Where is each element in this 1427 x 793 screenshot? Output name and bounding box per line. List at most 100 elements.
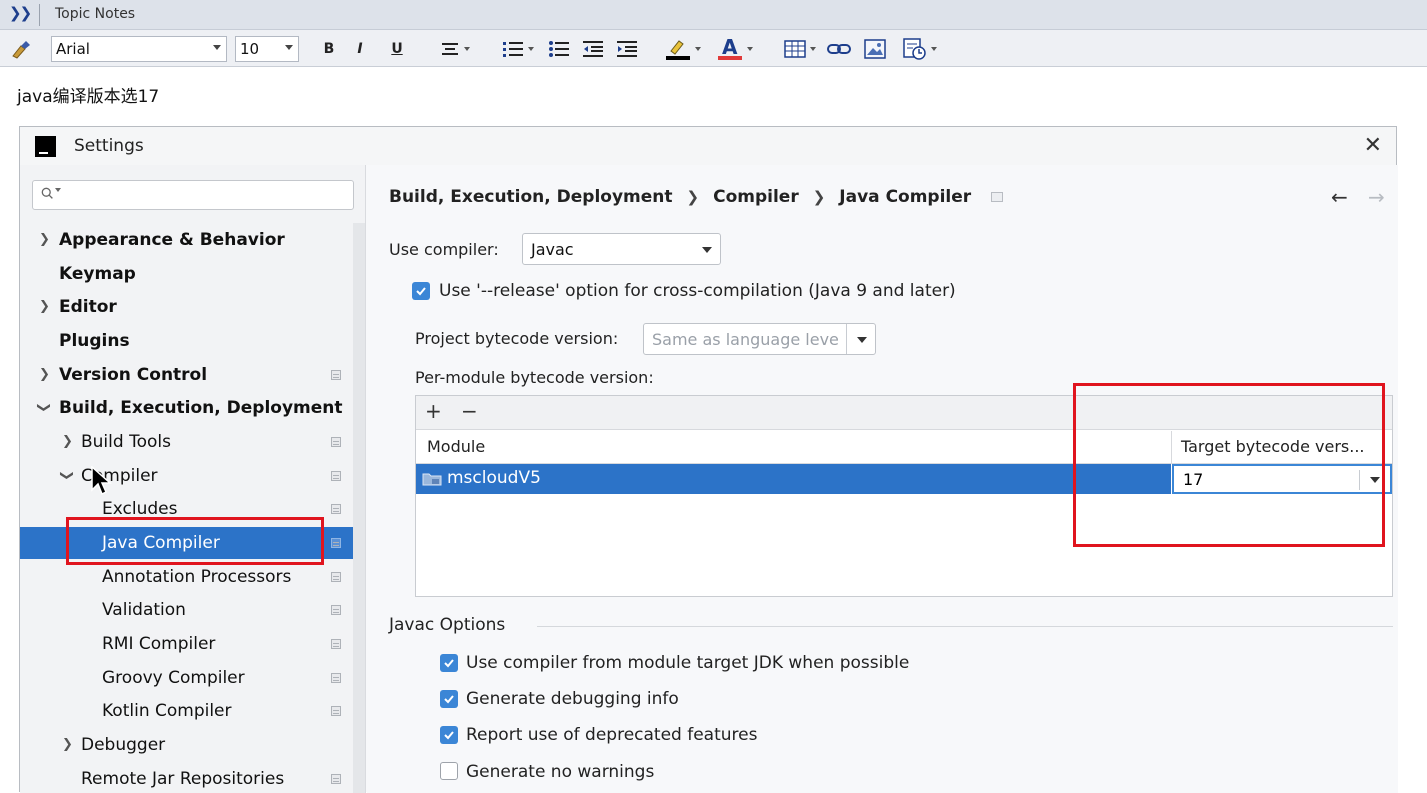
italic-button[interactable]: I (350, 37, 370, 61)
project-scope-icon (991, 192, 1004, 202)
project-bytecode-placeholder: Same as language leve (652, 329, 839, 349)
sidebar-item-label: Appearance & Behavior (59, 230, 285, 250)
section-divider (537, 626, 1393, 627)
link-icon (827, 44, 851, 54)
sidebar-item-build-tools[interactable]: ❯ Build Tools (20, 426, 365, 458)
indent-button[interactable] (614, 37, 640, 61)
sidebar-item-rmi-compiler[interactable]: RMI Compiler (20, 628, 365, 660)
bold-button[interactable]: B (318, 37, 340, 61)
debugging-info-checkbox[interactable] (440, 690, 458, 708)
intellij-logo-icon (35, 136, 56, 157)
insert-special-button[interactable] (898, 37, 942, 61)
insert-image-button[interactable] (862, 37, 888, 61)
chevron-right-icon: ❯ (686, 188, 700, 206)
format-painter-icon[interactable] (8, 37, 34, 61)
breadcrumb-item[interactable]: Compiler (713, 187, 799, 207)
table-row[interactable]: mscloudV5 (416, 464, 1171, 494)
sidebar-item-label: Debugger (81, 735, 166, 755)
project-scope-icon (331, 538, 341, 548)
topic-notes-title: Topic Notes (55, 6, 136, 22)
note-text[interactable]: java编译版本选17 (17, 82, 159, 107)
numbered-list-button[interactable] (497, 37, 539, 61)
chevron-right-icon: ❯ (62, 737, 73, 752)
sidebar-item-kotlin-compiler[interactable]: Kotlin Compiler (20, 695, 365, 727)
sidebar-item-remote-jar-repositories[interactable]: Remote Jar Repositories (20, 763, 365, 793)
back-arrow-icon[interactable]: ← (1331, 185, 1348, 209)
sidebar-item-editor[interactable]: ❯ Editor (20, 291, 365, 323)
sidebar-item-label: RMI Compiler (102, 634, 216, 654)
chevron-down-icon (695, 47, 701, 51)
underline-button[interactable]: U (386, 37, 408, 61)
use-compiler-label: Use compiler: (389, 240, 499, 259)
chevron-down-icon (857, 337, 867, 343)
breadcrumb-item[interactable]: Build, Execution, Deployment (389, 187, 673, 207)
insert-link-button[interactable] (826, 37, 852, 61)
project-scope-icon (331, 572, 341, 582)
formatting-toolbar: Arial 10 B I U A (0, 30, 1427, 67)
sidebar-item-validation[interactable]: Validation (20, 594, 365, 626)
font-size-select[interactable]: 10 (235, 36, 299, 62)
settings-nav: ❯ Appearance & Behavior Keymap ❯ Editor … (20, 165, 366, 793)
chevron-down-icon: ❯ (35, 402, 51, 413)
no-warnings-checkbox[interactable] (440, 762, 458, 780)
sidebar-item-debugger[interactable]: ❯ Debugger (20, 729, 365, 761)
mouse-pointer-icon (91, 466, 112, 496)
checkmark-icon (444, 695, 454, 704)
sidebar-item-keymap[interactable]: Keymap (20, 258, 365, 290)
use-compiler-select[interactable]: Javac (522, 233, 721, 265)
font-family-select[interactable]: Arial (51, 36, 227, 62)
sidebar-item-build-execution[interactable]: ❯ Build, Execution, Deployment (20, 392, 365, 424)
checkmark-icon (416, 287, 426, 296)
sidebar-item-annotation-processors[interactable]: Annotation Processors (20, 561, 365, 593)
bullet-list-button[interactable] (546, 37, 572, 61)
sidebar-item-plugins[interactable]: Plugins (20, 325, 365, 357)
sidebar-item-version-control[interactable]: ❯ Version Control (20, 359, 365, 391)
chevron-down-icon (55, 188, 61, 192)
search-icon (41, 187, 53, 199)
release-option-checkbox[interactable] (412, 282, 430, 300)
chevron-down-icon: ❯ (58, 470, 74, 481)
module-name: mscloudV5 (447, 468, 541, 488)
indent-icon (617, 41, 637, 57)
chevron-right-icon: ❯ (62, 434, 73, 449)
sidebar-item-label: Build, Execution, Deployment (59, 398, 343, 418)
close-icon[interactable]: ✕ (1364, 133, 1382, 158)
sidebar-item-groovy-compiler[interactable]: Groovy Compiler (20, 662, 365, 694)
add-icon[interactable]: + (425, 399, 442, 423)
use-compiler-value: Javac (531, 239, 574, 259)
chevron-right-icon: ❯ (39, 299, 50, 314)
font-color-button[interactable]: A (712, 35, 758, 61)
remove-icon[interactable]: − (461, 399, 478, 423)
chevron-right-icon: ❯ (39, 367, 50, 382)
sidebar-item-compiler[interactable]: ❯ Compiler (20, 460, 365, 492)
nav-scrollbar[interactable] (353, 223, 365, 793)
settings-search-input[interactable] (32, 180, 354, 210)
no-warnings-label: Generate no warnings (466, 762, 655, 782)
release-option-label: Use '--release' option for cross-compila… (439, 281, 956, 301)
table-icon (784, 40, 806, 58)
sidebar-item-appearance[interactable]: ❯ Appearance & Behavior (20, 224, 365, 256)
chevron-down-icon (464, 47, 470, 51)
project-scope-icon (331, 605, 341, 615)
forward-arrow-icon[interactable]: → (1368, 185, 1385, 209)
align-button[interactable] (434, 37, 476, 61)
chevron-down-icon (285, 45, 293, 50)
outdent-icon (583, 41, 603, 57)
sidebar-item-label: Kotlin Compiler (102, 701, 232, 721)
use-module-jdk-checkbox[interactable] (440, 654, 458, 672)
checkmark-icon (444, 731, 454, 740)
expand-chevron-icon[interactable]: ❯❯ (9, 4, 32, 22)
checkmark-icon (444, 659, 454, 668)
breadcrumb-item: Java Compiler (839, 187, 972, 207)
project-bytecode-select[interactable]: Same as language leve (643, 323, 876, 355)
chevron-down-icon (702, 247, 712, 253)
outdent-button[interactable] (580, 37, 606, 61)
project-scope-icon (331, 504, 341, 514)
deprecated-features-label: Report use of deprecated features (466, 725, 758, 745)
highlight-color-button[interactable] (660, 37, 706, 61)
sidebar-item-label: Editor (59, 297, 117, 317)
insert-table-button[interactable] (780, 37, 820, 61)
deprecated-features-checkbox[interactable] (440, 726, 458, 744)
column-header-module[interactable]: Module (427, 437, 485, 456)
font-family-value: Arial (56, 40, 90, 58)
